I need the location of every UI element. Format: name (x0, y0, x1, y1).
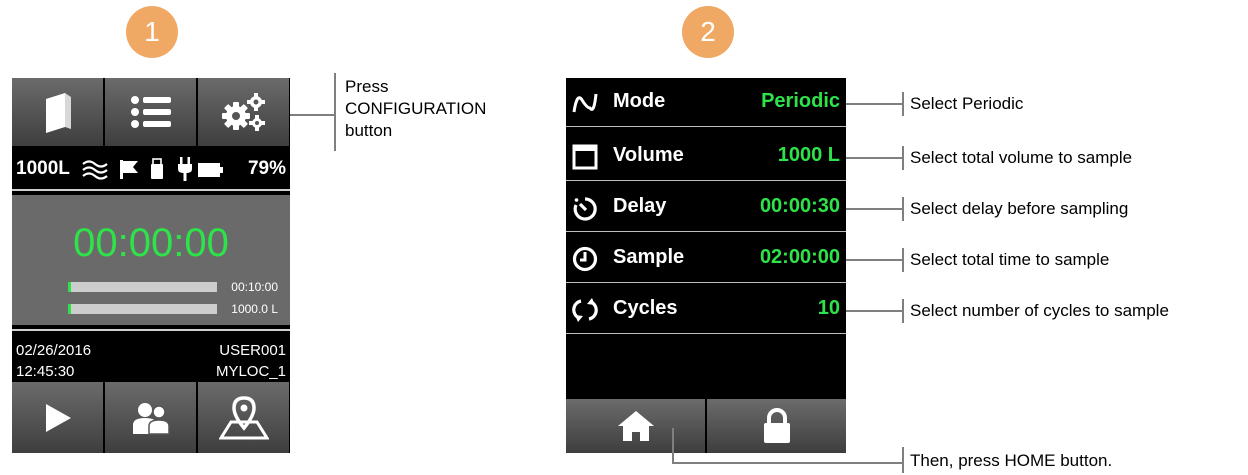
leader-tick (902, 197, 904, 221)
leader-line (846, 208, 904, 210)
step-badge-1: 1 (126, 6, 178, 58)
flag-icon (120, 160, 138, 179)
row-label-volume: Volume (613, 144, 684, 166)
divider-bottom (12, 329, 290, 331)
timer-panel: 00:00:00 00:10:00 1000.0 L (12, 195, 290, 325)
leader-tick (902, 248, 904, 272)
leader-line (846, 310, 904, 312)
callout-cycles: Select number of cycles to sample (910, 301, 1169, 320)
cycle-icon (572, 298, 598, 322)
play-icon (45, 403, 71, 432)
home-button[interactable] (566, 399, 705, 453)
users-button[interactable] (105, 382, 196, 453)
book-icon (45, 93, 71, 133)
config-row-volume[interactable]: Volume 1000 L (566, 132, 846, 181)
start-button[interactable] (12, 382, 103, 453)
callout-line-1: Press (345, 77, 389, 96)
config-row-sample[interactable]: Sample 02:00:00 (566, 234, 846, 283)
callout-volume: Select total volume to sample (910, 148, 1133, 167)
callout-delay: Select delay before sampling (910, 199, 1129, 218)
location-map-icon (218, 395, 269, 439)
row-value-mode: Periodic (761, 90, 840, 112)
battery-percent: 79% (247, 158, 286, 179)
users-icon (132, 402, 170, 435)
callout-home: Then, press HOME button. (910, 451, 1113, 470)
row-label-mode: Mode (613, 90, 666, 112)
status-bar: 1000L 79% (12, 152, 290, 188)
home-icon (617, 411, 654, 441)
lock-button[interactable] (707, 399, 846, 453)
power-plug-icon (178, 157, 192, 181)
user-label: USER001 (219, 342, 286, 359)
battery-icon (198, 163, 223, 177)
leader-line (846, 259, 904, 261)
leader-line (672, 462, 904, 464)
volume-readout: 1000L (16, 158, 70, 179)
volume-progress-label: 1000.0 L (231, 302, 278, 316)
row-label-sample: Sample (613, 246, 685, 268)
callout-sample: Select total time to sample (910, 250, 1110, 269)
location-button[interactable] (198, 382, 289, 453)
leader-line (846, 157, 904, 159)
leader-line (846, 103, 904, 105)
timer-icon (573, 197, 597, 221)
config-row-delay[interactable]: Delay 00:00:30 (566, 183, 846, 232)
leader-line (290, 114, 336, 116)
leader-line (672, 428, 674, 464)
elapsed-timer: 00:00:00 (73, 221, 229, 265)
date-label: 02/26/2016 (16, 342, 92, 359)
leader-bracket (334, 73, 336, 151)
row-label-delay: Delay (613, 195, 667, 217)
time-progress-label: 00:10:00 (231, 280, 278, 294)
volume-progress-bar (68, 304, 217, 314)
leader-tick (902, 299, 904, 323)
step-badge-2: 2 (682, 6, 734, 58)
config-row-mode[interactable]: Mode Periodic (566, 78, 846, 127)
row-label-cycles: Cycles (613, 297, 678, 319)
leader-tick (902, 146, 904, 170)
callout-line-3: button (345, 121, 393, 140)
row-value-delay: 00:00:30 (759, 195, 840, 217)
list-button[interactable] (105, 78, 196, 146)
time-progress-bar (68, 282, 217, 292)
callout-line-2: CONFIGURATION (345, 99, 487, 118)
device-screen-home: 1000L 79% 00:00:00 00:10:00 1000.0 L 02/… (12, 78, 290, 453)
row-value-sample: 02:00:00 (759, 246, 840, 268)
square-icon (572, 144, 598, 170)
callout-configuration: Press CONFIGURATION button (345, 76, 486, 142)
airflow-icon (82, 160, 108, 180)
row-value-volume: 1000 L (777, 144, 840, 166)
divider-top (12, 189, 290, 191)
leader-tick (902, 92, 904, 116)
manual-button[interactable] (12, 78, 103, 146)
device-screen-configuration: Mode Periodic Volume 1000 L Delay 00:00:… (566, 78, 846, 453)
usb-drive-icon (151, 158, 163, 179)
list-icon (130, 96, 171, 128)
callout-mode: Select Periodic (910, 94, 1024, 113)
time-label: 12:45:30 (16, 363, 75, 380)
lock-icon (763, 408, 790, 443)
location-label: MYLOC_1 (215, 363, 286, 380)
wave-icon (572, 93, 598, 113)
configuration-button[interactable] (198, 78, 289, 146)
row-value-cycles: 10 (817, 297, 840, 319)
leader-tick (902, 447, 904, 473)
clock-icon (572, 246, 598, 272)
config-row-cycles[interactable]: Cycles 10 (566, 285, 846, 334)
gears-icon (221, 93, 265, 131)
